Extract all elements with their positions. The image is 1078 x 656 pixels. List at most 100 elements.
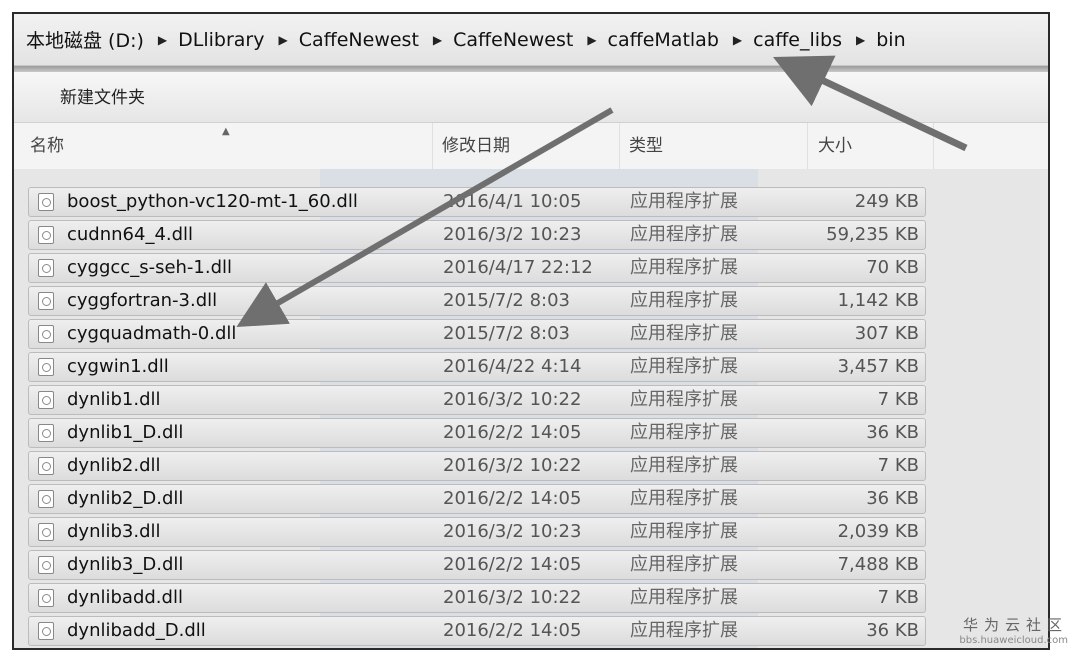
dll-file-icon [38, 292, 54, 310]
sort-up-icon: ▲ [222, 126, 230, 137]
file-date: 2016/3/2 10:22 [443, 455, 582, 476]
file-name: cygwin1.dll [67, 356, 169, 377]
file-row[interactable]: dynlib1.dll 2016/3/2 10:22 应用程序扩展 7 KB [28, 385, 926, 415]
file-row[interactable]: dynlibadd.dll 2016/3/2 10:22 应用程序扩展 7 KB [28, 583, 926, 613]
file-date: 2016/3/2 10:22 [443, 587, 582, 608]
file-row[interactable]: cyggfortran-3.dll 2015/7/2 8:03 应用程序扩展 1,14… [28, 286, 926, 316]
file-type: 应用程序扩展 [630, 257, 738, 278]
chevron-right-icon[interactable]: ▶ [433, 33, 442, 47]
file-row[interactable]: cygwin1.dll 2016/4/22 4:14 应用程序扩展 3,457 KB [28, 352, 926, 382]
file-type: 应用程序扩展 [630, 224, 738, 245]
file-row[interactable]: cyggcc_s-seh-1.dll 2016/4/17 22:12 应用程序扩展 7… [28, 253, 926, 283]
file-date: 2016/4/1 10:05 [443, 191, 582, 212]
file-type: 应用程序扩展 [630, 290, 738, 311]
breadcrumb-label: caffe_libs [753, 28, 843, 51]
chevron-right-icon[interactable]: ▶ [733, 33, 742, 47]
file-name: cyggcc_s-seh-1.dll [67, 257, 233, 278]
file-type: 应用程序扩展 [630, 521, 738, 542]
file-size: 307 KB [854, 323, 919, 344]
file-row[interactable]: dynlib1_D.dll 2016/2/2 14:05 应用程序扩展 36 KB [28, 418, 926, 448]
file-row[interactable]: cudnn64_4.dll 2016/3/2 10:23 应用程序扩展 59,235 … [28, 220, 926, 250]
dll-file-icon [38, 523, 54, 541]
chevron-right-icon[interactable]: ▶ [856, 33, 865, 47]
chevron-right-icon[interactable]: ▶ [587, 33, 596, 47]
file-size: 1,142 KB [837, 290, 919, 311]
address-bar[interactable]: 本地磁盘 (D:) ▶ DLlibrary ▶ CaffeNewest ▶ CaffeNew… [14, 14, 1048, 66]
breadcrumb-label: CaffeNewest [453, 28, 574, 51]
file-row[interactable]: dynlibadd_D.dll 2016/2/2 14:05 应用程序扩展 36 KB [28, 616, 926, 646]
file-name: dynlib2.dll [67, 455, 161, 476]
file-name: dynlibadd_D.dll [67, 620, 206, 641]
dll-file-icon [38, 589, 54, 607]
column-name-label: 名称 [30, 136, 64, 156]
file-row[interactable]: dynlib2_D.dll 2016/2/2 14:05 应用程序扩展 36 KB [28, 484, 926, 514]
breadcrumb-label: bin [876, 28, 906, 51]
file-date: 2016/4/17 22:12 [443, 257, 593, 278]
file-date: 2016/2/2 14:05 [443, 488, 582, 509]
file-row[interactable]: cygquadmath-0.dll 2015/7/2 8:03 应用程序扩展 307 … [28, 319, 926, 349]
file-type: 应用程序扩展 [630, 323, 738, 344]
new-folder-button[interactable]: 新建文件夹 [56, 84, 149, 112]
file-date: 2016/3/2 10:23 [443, 224, 582, 245]
breadcrumb-item[interactable]: DLlibrary ▶ [178, 29, 299, 51]
column-size[interactable]: 大小 [808, 123, 934, 169]
breadcrumb-item[interactable]: caffeMatlab ▶ [608, 29, 754, 51]
file-name: dynlib3_D.dll [67, 554, 184, 575]
breadcrumb-item[interactable]: caffe_libs ▶ [753, 29, 876, 51]
dll-file-icon [38, 556, 54, 574]
file-type: 应用程序扩展 [630, 191, 738, 212]
breadcrumb-item[interactable]: bin [876, 29, 905, 51]
file-name: boost_python-vc120-mt-1_60.dll [67, 191, 358, 212]
file-name: dynlib3.dll [67, 521, 161, 542]
file-date: 2015/7/2 8:03 [443, 290, 570, 311]
file-size: 3,457 KB [837, 356, 919, 377]
file-type: 应用程序扩展 [630, 389, 738, 410]
breadcrumb-item[interactable]: CaffeNewest ▶ [299, 29, 453, 51]
file-size: 2,039 KB [837, 521, 919, 542]
column-name[interactable]: 名称 ▲ [14, 123, 433, 169]
breadcrumb-item[interactable]: 本地磁盘 (D:) ▶ [26, 26, 178, 53]
dll-file-icon [38, 457, 54, 475]
dll-file-icon [38, 358, 54, 376]
explorer-window: 本地磁盘 (D:) ▶ DLlibrary ▶ CaffeNewest ▶ CaffeNew… [12, 12, 1050, 650]
file-size: 249 KB [854, 191, 919, 212]
file-size: 70 KB [866, 257, 919, 278]
file-row[interactable]: dynlib3.dll 2016/3/2 10:23 应用程序扩展 2,039 KB [28, 517, 926, 547]
chevron-right-icon[interactable]: ▶ [279, 33, 288, 47]
dll-file-icon [38, 259, 54, 277]
breadcrumb-item[interactable]: CaffeNewest ▶ [453, 29, 607, 51]
chevron-right-icon[interactable]: ▶ [158, 33, 167, 47]
file-row[interactable]: dynlib3_D.dll 2016/2/2 14:05 应用程序扩展 7,488 K… [28, 550, 926, 580]
file-date: 2015/7/2 8:03 [443, 323, 570, 344]
file-type: 应用程序扩展 [630, 455, 738, 476]
dll-file-icon [38, 622, 54, 640]
column-date[interactable]: 修改日期 [433, 123, 620, 169]
file-size: 7 KB [877, 587, 919, 608]
dll-file-icon [38, 325, 54, 343]
file-date: 2016/2/2 14:05 [443, 554, 582, 575]
file-name: dynlib2_D.dll [67, 488, 184, 509]
file-type: 应用程序扩展 [630, 488, 738, 509]
dll-file-icon [38, 424, 54, 442]
file-date: 2016/2/2 14:05 [443, 620, 582, 641]
file-type: 应用程序扩展 [630, 422, 738, 443]
dll-file-icon [38, 391, 54, 409]
site-watermark: 华为云社区 bbs.huaweicloud.com [959, 614, 1068, 646]
file-type: 应用程序扩展 [630, 620, 738, 641]
file-type: 应用程序扩展 [630, 554, 738, 575]
file-name: cygquadmath-0.dll [67, 323, 237, 344]
file-date: 2016/4/22 4:14 [443, 356, 582, 377]
file-row[interactable]: boost_python-vc120-mt-1_60.dll 2016/4/1 1… [28, 187, 926, 217]
breadcrumb-label: caffeMatlab [607, 28, 719, 51]
file-row[interactable]: dynlib2.dll 2016/3/2 10:22 应用程序扩展 7 KB [28, 451, 926, 481]
file-date: 2016/2/2 14:05 [443, 422, 582, 443]
file-name: dynlib1.dll [67, 389, 161, 410]
file-size: 7 KB [877, 455, 919, 476]
file-size: 36 KB [866, 620, 919, 641]
file-name: cudnn64_4.dll [67, 224, 194, 245]
file-date: 2016/3/2 10:23 [443, 521, 582, 542]
file-size: 59,235 KB [826, 224, 919, 245]
column-type[interactable]: 类型 [620, 123, 808, 169]
file-type: 应用程序扩展 [630, 356, 738, 377]
file-size: 7,488 KB [837, 554, 919, 575]
